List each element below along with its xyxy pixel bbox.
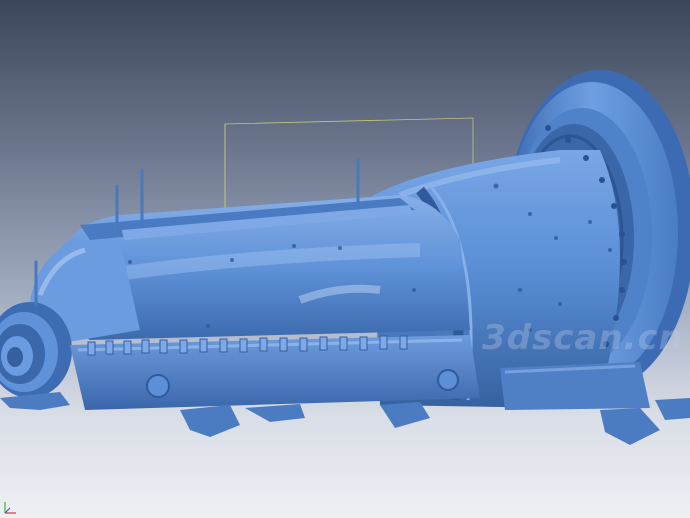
axis-triad-icon [4,502,16,514]
base-plinth [70,335,480,410]
3d-viewport[interactable]: 3dscan.cn [0,0,690,518]
scan-scene [0,70,690,445]
watermark-text: 3dscan.cn [482,318,684,358]
support-base [500,362,650,410]
